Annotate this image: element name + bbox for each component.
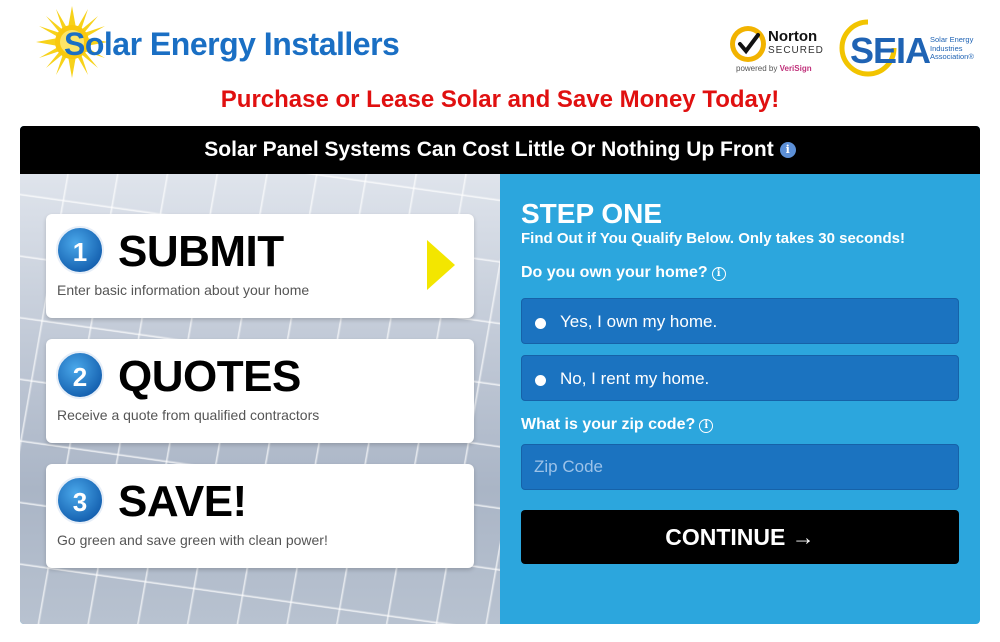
info-icon[interactable]: i xyxy=(699,419,714,433)
radio-label: No, I rent my home. xyxy=(560,369,710,388)
main-panel: Solar Panel Systems Can Cost Little Or N… xyxy=(20,126,980,624)
norton-brand: Norton xyxy=(768,28,818,45)
radio-label: Yes, I own my home. xyxy=(560,312,718,331)
arrow-right-icon xyxy=(427,240,455,290)
step-number-badge: 2 xyxy=(56,351,104,399)
step-number-badge: 3 xyxy=(56,476,104,524)
zip-code-question-text: What is your zip code? xyxy=(521,416,696,433)
step-card-quotes: 2 QUOTES Receive a quote from qualified … xyxy=(46,339,474,443)
qualify-form: STEP ONE Find Out if You Qualify Below. … xyxy=(500,174,980,624)
step-description: Receive a quote from qualified contracto… xyxy=(57,407,320,423)
verisign-label: VeriSign xyxy=(779,64,812,73)
radio-own-home[interactable]: Yes, I own my home. xyxy=(521,298,959,344)
step-number-badge: 1 xyxy=(56,226,104,274)
info-icon[interactable]: i xyxy=(779,142,796,159)
step-subheading: Find Out if You Qualify Below. Only take… xyxy=(521,230,905,247)
step-card-save: 3 SAVE! Go green and save green with cle… xyxy=(46,464,474,568)
seia-subtext: Solar Energy Industries Association® xyxy=(930,35,974,61)
checkmark-icon xyxy=(730,26,766,62)
page-headline: Purchase or Lease Solar and Save Money T… xyxy=(220,86,780,113)
radio-button[interactable] xyxy=(535,318,546,329)
panel-title-bar: Solar Panel Systems Can Cost Little Or N… xyxy=(20,126,980,174)
norton-powered-by: powered by VeriSign xyxy=(736,64,812,73)
radio-rent-home[interactable]: No, I rent my home. xyxy=(521,355,959,401)
header: Solar Energy Installers Norton SECURED p… xyxy=(0,0,1000,113)
own-home-question-text: Do you own your home? xyxy=(521,264,708,281)
step-title: SUBMIT xyxy=(118,227,284,276)
panel-title: Solar Panel Systems Can Cost Little Or N… xyxy=(204,138,774,161)
site-logo[interactable]: Solar Energy Installers xyxy=(36,6,426,78)
zip-code-input[interactable] xyxy=(521,444,959,490)
solar-panel-background: 1 SUBMIT Enter basic information about y… xyxy=(20,174,500,624)
norton-secured-badge[interactable]: Norton SECURED powered by VeriSign xyxy=(728,22,832,76)
norton-secured-text: SECURED xyxy=(768,45,824,56)
step-description: Go green and save green with clean power… xyxy=(57,532,328,548)
step-title: QUOTES xyxy=(118,352,301,401)
seia-logo-text: SEIA xyxy=(850,30,931,71)
own-home-question: Do you own your home? i xyxy=(521,264,726,282)
continue-button[interactable]: CONTINUE → xyxy=(521,510,959,564)
powered-by-label: powered by xyxy=(736,64,778,73)
step-heading: STEP ONE xyxy=(521,198,663,229)
radio-button[interactable] xyxy=(535,375,546,386)
logo-text: Solar Energy Installers xyxy=(64,26,400,62)
zip-code-question: What is your zip code? i xyxy=(521,416,714,434)
info-icon[interactable]: i xyxy=(711,267,726,281)
seia-badge[interactable]: SEIA Solar Energy Industries Association… xyxy=(838,18,988,78)
step-title: SAVE! xyxy=(118,477,247,526)
step-description: Enter basic information about your home xyxy=(57,282,310,298)
step-card-submit: 1 SUBMIT Enter basic information about y… xyxy=(46,214,474,318)
